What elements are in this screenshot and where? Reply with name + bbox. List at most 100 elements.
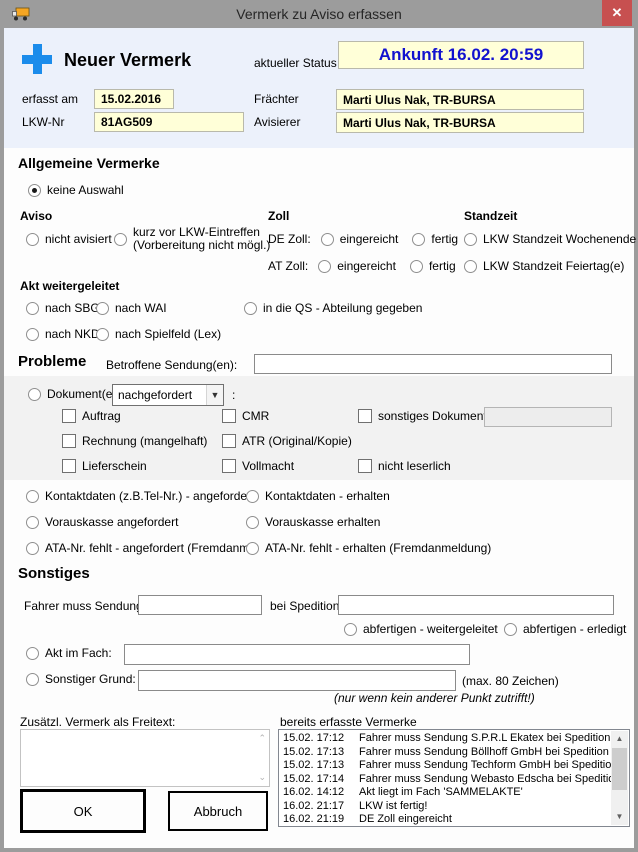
at-zoll-row: AT Zoll: eingereicht fertig [268,259,456,273]
radio-de-fertig[interactable] [412,233,425,246]
checkbox-icon [222,459,236,473]
checkbox-vollmacht[interactable]: Vollmacht [222,459,294,473]
radio-label: nach Spielfeld (Lex) [115,327,221,341]
sonstiges-dokument-input[interactable] [484,407,612,427]
radio-vorauskasse-erhalten[interactable]: Vorauskasse erhalten [246,515,380,529]
radio-ata-angefordert[interactable]: ATA-Nr. fehlt - angefordert (Fremdanm.) [26,541,257,555]
scroll-down-icon[interactable]: ⌄ [258,773,266,782]
ok-button[interactable]: OK [20,789,146,833]
radio-qs-abteilung[interactable]: in die QS - Abteilung gegeben [244,301,422,315]
checkbox-nicht-leserlich[interactable]: nicht leserlich [358,459,451,473]
status-value-field: Ankunft 16.02. 20:59 [338,41,584,69]
list-item[interactable]: 16.02. 14:12 Akt liegt im Fach 'SAMMELAK… [279,786,611,800]
checkbox-label: Lieferschein [82,459,147,473]
checkbox-sonstiges-dokument[interactable]: sonstiges Dokument: [358,409,490,423]
checkbox-lieferschein[interactable]: Lieferschein [62,459,147,473]
fraechter-field[interactable]: Marti Ulus Nak, TR-BURSA [336,89,584,110]
radio-abfertigen-weitergeleitet[interactable]: abfertigen - weitergeleitet [344,622,498,636]
scrollbar-down-button[interactable]: ▼ [611,809,628,825]
radio-akt-im-fach[interactable]: Akt im Fach: [26,646,112,660]
vermerke-listbox[interactable]: 15.02. 17:12 Fahrer muss Sendung S.P.R.L… [278,729,630,827]
checkbox-atr[interactable]: ATR (Original/Kopie) [222,434,352,448]
checkbox-icon [222,409,236,423]
freitext-textarea[interactable]: ⌃ ⌄ [20,729,270,787]
entry-text: Fahrer muss Sendung S.P.R.L Ekatex bei S… [359,732,611,746]
radio-standzeit-wochenende[interactable]: LKW Standzeit Wochenende [464,232,636,246]
checkbox-icon [358,459,372,473]
radio-dokumente[interactable]: Dokument(e) [28,387,116,401]
checkbox-cmr[interactable]: CMR [222,409,269,423]
list-item[interactable]: 16.02. 21:19 DE Zoll eingereicht [279,813,611,827]
radio-kontaktdaten-erhalten[interactable]: Kontaktdaten - erhalten [246,489,390,503]
entry-text: Fahrer muss Sendung Böllhoff GmbH bei Sp… [359,746,611,760]
checkbox-auftrag[interactable]: Auftrag [62,409,121,423]
radio-sonstiger-grund[interactable]: Sonstiger Grund: [26,672,136,686]
checkbox-rechnung[interactable]: Rechnung (mangelhaft) [62,434,207,448]
radio-label-line2: (Vorbereitung nicht mögl.) [133,239,270,252]
radio-de-eingereicht[interactable] [321,233,334,246]
radio-abfertigen-erledigt[interactable]: abfertigen - erledigt [504,622,626,636]
close-button[interactable]: ✕ [602,0,632,26]
radio-nicht-avisiert[interactable]: nicht avisiert [26,232,112,246]
checkbox-icon [222,434,236,448]
checkbox-label: Vollmacht [242,459,294,473]
list-scrollbar[interactable]: ▲ ▼ [611,731,628,825]
section-akt-weitergeleitet: Akt weitergeleitet [20,279,119,293]
titlebar[interactable]: Vermerk zu Aviso erfassen ✕ [0,0,638,28]
entry-text: DE Zoll eingereicht [359,813,611,827]
radio-nach-nkd[interactable]: nach NKD [26,327,100,341]
fahrer-sendung-input[interactable] [138,595,262,615]
radio-label: LKW Standzeit Feiertag(e) [483,259,624,273]
entry-time: 16.02. 21:19 [279,813,359,827]
radio-at-eingereicht[interactable] [318,260,331,273]
status-label: aktueller Status [254,56,337,70]
radio-icon [96,328,109,341]
radio-kontaktdaten-angefordert[interactable]: Kontaktdaten (z.B.Tel-Nr.) - angefordert [26,489,254,503]
dokumente-dropdown[interactable]: nachgefordert ▼ [112,384,224,406]
erfasst-am-label: erfasst am [22,92,78,106]
radio-standzeit-feiertag[interactable]: LKW Standzeit Feiertag(e) [464,259,624,273]
hint-note: (nur wenn kein anderer Punkt zutrifft!) [334,691,535,705]
radio-kurz-vor-lkw-eintreffen[interactable]: kurz vor LKW-Eintreffen (Vorbereitung ni… [114,226,270,252]
radio-label: Vorauskasse angefordert [45,515,178,529]
radio-at-fertig[interactable] [410,260,423,273]
scroll-up-icon[interactable]: ⌃ [258,734,266,743]
cancel-button[interactable]: Abbruch [168,791,268,831]
radio-icon [504,623,517,636]
radio-icon [26,328,39,341]
list-item[interactable]: 16.02. 21:17 LKW ist fertig! [279,800,611,814]
radio-nach-spielfeld[interactable]: nach Spielfeld (Lex) [96,327,221,341]
radio-nach-sbg[interactable]: nach SBG [26,301,100,315]
betroffene-sendungen-input[interactable] [254,354,612,374]
list-item[interactable]: 15.02. 17:14 Fahrer muss Sendung Webasto… [279,773,611,787]
akt-im-fach-input[interactable] [124,644,470,665]
radio-vorauskasse-angefordert[interactable]: Vorauskasse angefordert [26,515,178,529]
section-sonstiges: Sonstiges [18,565,90,582]
radio-label: abfertigen - erledigt [523,622,626,636]
fraechter-label: Frächter [254,92,299,106]
entry-text: Akt liegt im Fach 'SAMMELAKTE' [359,786,611,800]
list-item[interactable]: 15.02. 17:13 Fahrer muss Sendung Böllhof… [279,746,611,760]
avisierer-label: Avisierer [254,115,300,129]
radio-keine-auswahl[interactable]: keine Auswahl [28,183,124,197]
list-item[interactable]: 15.02. 17:13 Fahrer muss Sendung Techfor… [279,759,611,773]
radio-label: Kontaktdaten - erhalten [265,489,390,503]
radio-icon [96,302,109,315]
lkw-nr-field[interactable]: 81AG509 [94,112,244,132]
scrollbar-thumb[interactable] [612,748,627,790]
freitext-label: Zusätzl. Vermerk als Freitext: [20,715,175,729]
new-note-title: Neuer Vermerk [64,50,191,71]
bei-spedition-input[interactable] [338,595,614,615]
scrollbar-up-button[interactable]: ▲ [611,731,628,747]
radio-ata-erhalten[interactable]: ATA-Nr. fehlt - erhalten (Fremdanmeldung… [246,541,491,555]
sonstiger-grund-input[interactable] [138,670,456,691]
entry-time: 16.02. 21:17 [279,800,359,814]
radio-icon [464,233,477,246]
list-item[interactable]: 15.02. 17:12 Fahrer muss Sendung S.P.R.L… [279,732,611,746]
avisierer-field[interactable]: Marti Ulus Nak, TR-BURSA [336,112,584,133]
entry-time: 16.02. 14:12 [279,786,359,800]
checkbox-label: Auftrag [82,409,121,423]
radio-nach-wai[interactable]: nach WAI [96,301,167,315]
checkbox-label: sonstiges Dokument: [378,409,490,423]
erfasst-am-field[interactable]: 15.02.2016 [94,89,174,109]
